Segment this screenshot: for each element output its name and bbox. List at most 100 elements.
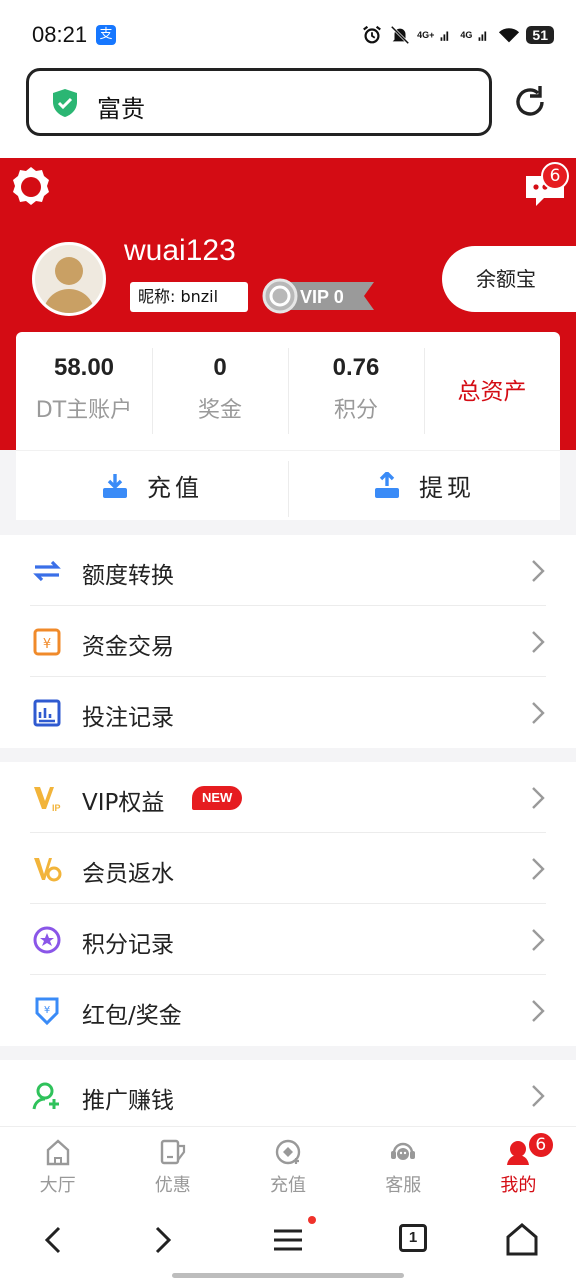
- battery-level: 51: [526, 26, 554, 44]
- menu-item-money-trade[interactable]: ¥ 资金交易: [0, 606, 576, 677]
- bottom-tab-bar: 大厅 优惠 充值 客服 我的 6: [0, 1126, 576, 1200]
- menu-group-promote: 推广赚钱: [0, 1060, 576, 1126]
- red-envelope-icon: ¥: [35, 997, 59, 1026]
- svg-text:IP: IP: [52, 803, 61, 813]
- forward-icon[interactable]: [142, 1220, 182, 1260]
- chevron-right-icon: [532, 1000, 545, 1022]
- browser-url-row: 富贵: [0, 66, 576, 158]
- signal-bars-icon-2: [479, 31, 487, 41]
- stat-label: 奖金: [197, 398, 242, 423]
- stat-main-account[interactable]: 58.00 DT主账户: [16, 332, 152, 450]
- stat-label: DT主账户: [35, 398, 133, 423]
- tab-support[interactable]: 客服: [346, 1127, 461, 1200]
- svg-text:¥: ¥: [43, 637, 51, 652]
- menu-label: 红包/奖金: [82, 1003, 182, 1029]
- account-stats: 58.00 DT主账户 0 奖金 0.76 积分 总资产: [16, 332, 560, 450]
- status-icons: 4G+ 4G 51: [361, 22, 554, 48]
- stat-value: 58.00: [53, 354, 115, 381]
- back-icon[interactable]: [34, 1220, 74, 1260]
- promote-icon: [32, 1082, 59, 1110]
- menu-icon[interactable]: [268, 1220, 308, 1260]
- menu-label: 推广赚钱: [82, 1088, 174, 1114]
- menu-item-vip[interactable]: IP VIP权益 NEW: [0, 762, 576, 833]
- home-icon: [46, 1139, 69, 1166]
- bet-record-icon: [33, 699, 61, 727]
- total-assets-link: 总资产: [457, 379, 527, 405]
- tab-label: 客服: [385, 1175, 422, 1196]
- menu-notification-dot: [308, 1216, 316, 1224]
- url-bar[interactable]: 富贵: [26, 68, 492, 136]
- menu-item-transfer[interactable]: 额度转换: [0, 535, 576, 606]
- menu-label: 会员返水: [82, 861, 174, 887]
- menu-label: 积分记录: [82, 932, 174, 958]
- support-icon: [391, 1142, 416, 1160]
- tab-label: 优惠: [154, 1175, 191, 1196]
- avatar[interactable]: [32, 242, 106, 316]
- reload-icon[interactable]: [510, 82, 550, 122]
- menu-label: 额度转换: [82, 563, 174, 589]
- stat-total-assets[interactable]: 总资产: [424, 332, 560, 450]
- home-page-icon[interactable]: [502, 1220, 542, 1260]
- profile-badge: 6: [526, 1131, 555, 1159]
- wifi-icon: [499, 28, 520, 43]
- tab-promotions[interactable]: 优惠: [115, 1127, 230, 1200]
- signal-4g: 4G: [460, 30, 473, 40]
- vip-icon: IP: [34, 787, 61, 813]
- url-text: 富贵: [97, 95, 145, 123]
- transfer-icon: [33, 560, 61, 582]
- username: wuai123: [124, 234, 236, 267]
- upload-tray-icon: [375, 471, 399, 498]
- yeb-button[interactable]: 余额宝: [442, 246, 576, 312]
- chevron-right-icon: [532, 702, 545, 724]
- menu-item-promote[interactable]: 推广赚钱: [0, 1060, 576, 1126]
- tab-label: 充值: [270, 1175, 306, 1196]
- menu-item-rebate[interactable]: 会员返水: [0, 833, 576, 904]
- chevron-right-icon: [532, 929, 545, 951]
- menu-item-red-envelope[interactable]: ¥ 红包/奖金: [0, 975, 576, 1046]
- stat-label: 积分: [333, 398, 378, 423]
- points-icon: [33, 926, 61, 954]
- rebate-icon: [34, 858, 62, 882]
- new-badge: NEW: [192, 786, 243, 810]
- menu-group-funds: 额度转换 ¥ 资金交易 投注记录: [0, 535, 576, 748]
- tab-profile[interactable]: 我的 6: [461, 1127, 576, 1200]
- browser-nav-bar: 1: [0, 1200, 576, 1280]
- settings-gear-icon[interactable]: [8, 164, 54, 210]
- withdraw-button[interactable]: 提现: [288, 451, 560, 520]
- coupon-icon: [160, 1139, 185, 1165]
- deposit-icon: [275, 1139, 301, 1165]
- menu-label: 资金交易: [82, 634, 174, 660]
- tabs-button[interactable]: 1: [399, 1224, 427, 1252]
- tab-label: 我的: [500, 1175, 537, 1196]
- nickname: 昵称: bnzil: [130, 282, 248, 312]
- recharge-label: 充值: [147, 474, 203, 502]
- money-trade-icon: ¥: [33, 628, 61, 656]
- menu-item-bet-record[interactable]: 投注记录: [0, 677, 576, 748]
- vip-level-badge[interactable]: VIP 0: [262, 278, 374, 314]
- avatar-icon: [35, 245, 103, 313]
- alipay-icon: 支: [96, 25, 116, 45]
- status-bar: 08:21 支 4G+ 4G 51: [0, 0, 576, 66]
- withdraw-label: 提现: [419, 474, 475, 502]
- menu-item-points-record[interactable]: 积分记录: [0, 904, 576, 975]
- download-tray-icon: [103, 473, 127, 498]
- chevron-right-icon: [532, 631, 545, 653]
- chevron-right-icon: [532, 560, 545, 582]
- stat-value: 0: [213, 354, 227, 381]
- clock: 08:21: [32, 22, 88, 47]
- funds-actions: 充值 提现: [16, 450, 560, 520]
- recharge-button[interactable]: 充值: [16, 451, 288, 520]
- tab-lobby[interactable]: 大厅: [0, 1127, 115, 1200]
- tab-label: 大厅: [39, 1175, 76, 1196]
- chevron-right-icon: [532, 858, 545, 880]
- menu-group-member: IP VIP权益 NEW 会员返水 积分记录 ¥ 红包/奖金: [0, 762, 576, 1046]
- vip-level-text: VIP 0: [300, 287, 344, 307]
- chevron-right-icon: [532, 787, 545, 809]
- gesture-home-bar: [172, 1273, 404, 1278]
- tab-deposit[interactable]: 充值: [230, 1127, 345, 1200]
- mute-bell-icon: [390, 25, 410, 45]
- stat-points[interactable]: 0.76 积分: [288, 332, 424, 450]
- stat-bonus[interactable]: 0 奖金: [152, 332, 288, 450]
- alarm-icon: [363, 25, 382, 44]
- signal-4g-plus: 4G+: [417, 30, 435, 40]
